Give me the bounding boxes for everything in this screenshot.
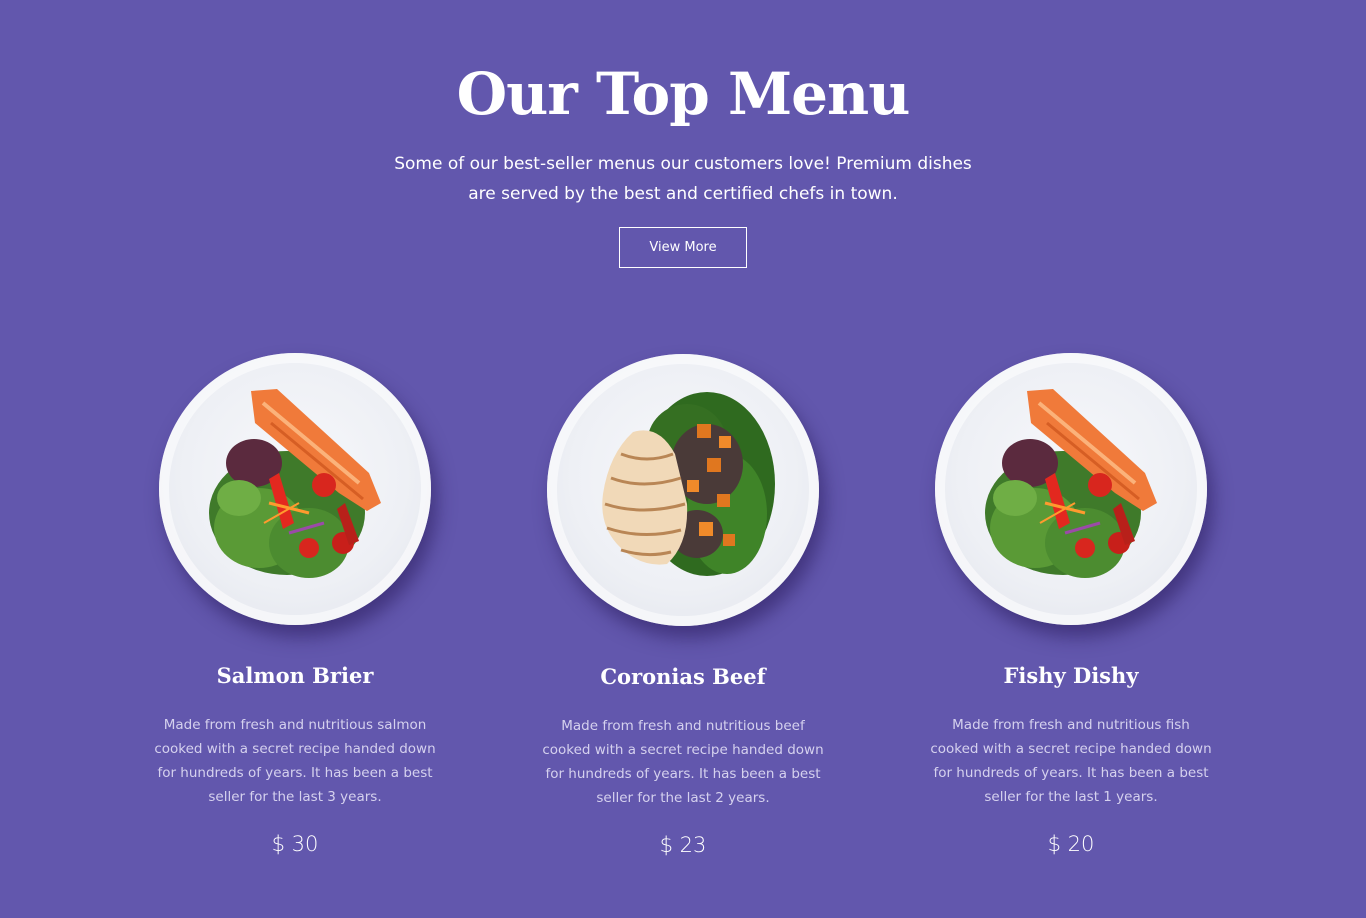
view-more-button[interactable]: View More [619,227,747,268]
page-title: Our Top Menu [456,60,911,128]
dish-name: Salmon Brier [216,663,374,688]
dish-price: $ 23 [659,833,707,857]
dish-price: $ 20 [1047,832,1095,856]
menu-card-fishy-dishy: Fishy Dishy Made from fresh and nutritio… [921,353,1221,859]
dish-image [547,354,819,626]
dish-image [159,353,431,625]
dish-price: $ 30 [271,832,319,856]
dish-name: Coronias Beef [600,664,766,689]
dish-description: Made from fresh and nutritious fish cook… [930,717,1212,805]
dish-description: Made from fresh and nutritious salmon co… [154,717,436,805]
dish-description: Made from fresh and nutritious beef cook… [542,718,824,806]
dish-name: Fishy Dishy [1003,663,1139,688]
dish-image [935,353,1207,625]
menu-card-salmon-brier: Salmon Brier Made from fresh and nutriti… [145,353,445,859]
menu-card-coronias-beef: Coronias Beef Made from fresh and nutrit… [533,354,833,860]
section-subtitle: Some of our best-seller menus our custom… [394,154,972,204]
